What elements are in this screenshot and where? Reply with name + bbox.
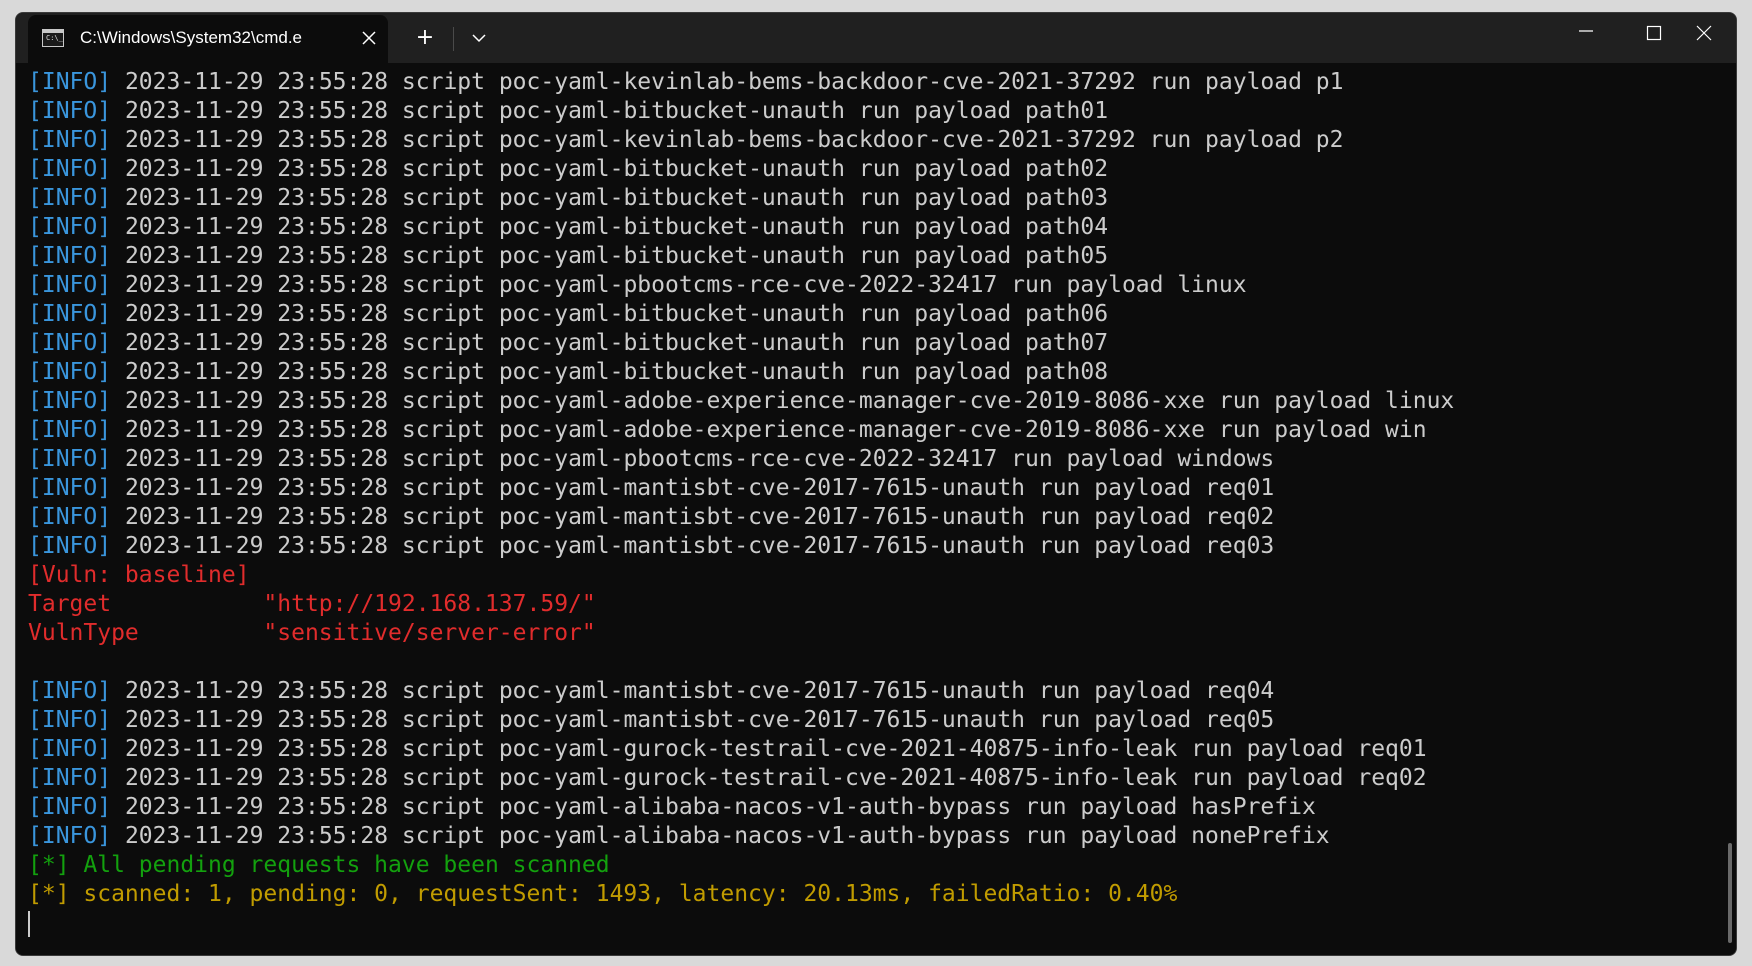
log-line-info: [INFO] 2023-11-29 23:55:28 script poc-ya… [28,677,1454,706]
done-message: [*] All pending requests have been scann… [28,852,610,878]
info-tag: [INFO] [28,446,112,472]
log-line-info: [INFO] 2023-11-29 23:55:28 script poc-ya… [28,68,1454,97]
log-message: 2023-11-29 23:55:28 script poc-yaml-bitb… [124,243,1109,269]
info-tag: [INFO] [28,359,112,385]
log-message: 2023-11-29 23:55:28 script poc-yaml-kevi… [124,127,1344,153]
log-message: 2023-11-29 23:55:28 script poc-yaml-bitb… [124,301,1109,327]
log-line-info: [INFO] 2023-11-29 23:55:28 script poc-ya… [28,213,1454,242]
log-message: 2023-11-29 23:55:28 script poc-yaml-mant… [124,678,1275,704]
log-message: 2023-11-29 23:55:28 script poc-yaml-mant… [124,475,1275,501]
info-tag: [INFO] [28,98,112,124]
log-line-info: [INFO] 2023-11-29 23:55:28 script poc-ya… [28,735,1454,764]
prompt-line [28,909,1454,938]
vuln-target-value: "http://192.168.137.59/" [263,591,596,617]
stats-line: [*] scanned: 1, pending: 0, requestSent:… [28,880,1454,909]
info-tag: [INFO] [28,765,112,791]
log-line-info: [INFO] 2023-11-29 23:55:28 script poc-ya… [28,242,1454,271]
log-message: 2023-11-29 23:55:28 script poc-yaml-alib… [124,823,1330,849]
console-output[interactable]: [INFO] 2023-11-29 23:55:28 script poc-ya… [16,63,1736,955]
cmd-icon-text: C:\_ [46,34,63,42]
info-tag: [INFO] [28,736,112,762]
log-line-info: [INFO] 2023-11-29 23:55:28 script poc-ya… [28,387,1454,416]
log-message: 2023-11-29 23:55:28 script poc-yaml-bitb… [124,98,1109,124]
log-line-info: [INFO] 2023-11-29 23:55:28 script poc-ya… [28,358,1454,387]
vuln-type-label: VulnType [28,620,264,646]
log-message: 2023-11-29 23:55:28 script poc-yaml-adob… [124,388,1455,414]
tab-title: C:\Windows\System32\cmd.e [80,28,303,47]
info-tag: [INFO] [28,156,112,182]
log-message: 2023-11-29 23:55:28 script poc-yaml-bitb… [124,156,1109,182]
log-line-info: [INFO] 2023-11-29 23:55:28 script poc-ya… [28,126,1454,155]
info-tag: [INFO] [28,127,112,153]
vuln-header: [Vuln: baseline] [28,561,1454,590]
log-line-info: [INFO] 2023-11-29 23:55:28 script poc-ya… [28,503,1454,532]
info-tag: [INFO] [28,794,112,820]
done-line: [*] All pending requests have been scann… [28,851,1454,880]
info-tag: [INFO] [28,533,112,559]
info-tag: [INFO] [28,272,112,298]
console-lines: [INFO] 2023-11-29 23:55:28 script poc-ya… [28,68,1454,938]
log-message: 2023-11-29 23:55:28 script poc-yaml-mant… [124,504,1275,530]
log-message: 2023-11-29 23:55:28 script poc-yaml-adob… [124,417,1427,443]
info-tag: [INFO] [28,301,112,327]
info-tag: [INFO] [28,823,112,849]
log-line-info: [INFO] 2023-11-29 23:55:28 script poc-ya… [28,474,1454,503]
log-message: 2023-11-29 23:55:28 script poc-yaml-bitb… [124,185,1109,211]
vuln-type-row: VulnType "sensitive/server-error" [28,619,1454,648]
log-line-info: [INFO] 2023-11-29 23:55:28 script poc-ya… [28,706,1454,735]
tab-cmd[interactable]: C:\_ C:\Windows\System32\cmd.e [28,15,388,63]
vuln-target-row: Target "http://192.168.137.59/" [28,590,1454,619]
log-message: 2023-11-29 23:55:28 script poc-yaml-mant… [124,533,1275,559]
log-message: 2023-11-29 23:55:28 script poc-yaml-bitb… [124,359,1109,385]
info-tag: [INFO] [28,330,112,356]
plus-icon[interactable]: + [408,24,442,54]
log-message: 2023-11-29 23:55:28 script poc-yaml-alib… [124,794,1316,820]
log-line-info: [INFO] 2023-11-29 23:55:28 script poc-ya… [28,155,1454,184]
log-message: 2023-11-29 23:55:28 script poc-yaml-guro… [124,765,1427,791]
text-cursor [28,910,30,937]
log-line-info: [INFO] 2023-11-29 23:55:28 script poc-ya… [28,764,1454,793]
info-tag: [INFO] [28,417,112,443]
log-message: 2023-11-29 23:55:28 script poc-yaml-pboo… [124,272,1247,298]
log-line-info: [INFO] 2023-11-29 23:55:28 script poc-ya… [28,822,1454,851]
info-tag: [INFO] [28,388,112,414]
log-message: 2023-11-29 23:55:28 script poc-yaml-bitb… [124,214,1109,240]
log-line-info: [INFO] 2023-11-29 23:55:28 script poc-ya… [28,532,1454,561]
title-bar[interactable]: C:\_ C:\Windows\System32\cmd.e + [16,13,1736,63]
info-tag: [INFO] [28,185,112,211]
stats-message: [*] scanned: 1, pending: 0, requestSent:… [28,881,1178,907]
tab-divider [453,27,454,51]
info-tag: [INFO] [28,504,112,530]
log-line-info: [INFO] 2023-11-29 23:55:28 script poc-ya… [28,271,1454,300]
log-line-info: [INFO] 2023-11-29 23:55:28 script poc-ya… [28,97,1454,126]
info-tag: [INFO] [28,707,112,733]
minimize-icon[interactable] [1552,13,1620,49]
info-tag: [INFO] [28,475,112,501]
info-tag: [INFO] [28,69,112,95]
log-message: 2023-11-29 23:55:28 script poc-yaml-guro… [124,736,1427,762]
info-tag: [INFO] [28,243,112,269]
log-line-info: [INFO] 2023-11-29 23:55:28 script poc-ya… [28,300,1454,329]
log-message: 2023-11-29 23:55:28 script poc-yaml-pboo… [124,446,1275,472]
log-line-info: [INFO] 2023-11-29 23:55:28 script poc-ya… [28,329,1454,358]
chevron-down-icon[interactable] [462,24,496,54]
info-tag: [INFO] [28,678,112,704]
log-message: 2023-11-29 23:55:28 script poc-yaml-mant… [124,707,1275,733]
vuln-header-text: [Vuln: baseline] [28,562,250,588]
log-line-info: [INFO] 2023-11-29 23:55:28 script poc-ya… [28,793,1454,822]
log-line-info: [INFO] 2023-11-29 23:55:28 script poc-ya… [28,184,1454,213]
scrollbar[interactable] [1728,843,1732,943]
close-icon[interactable] [356,25,382,51]
log-line-info: [INFO] 2023-11-29 23:55:28 script poc-ya… [28,416,1454,445]
info-tag: [INFO] [28,214,112,240]
vuln-target-label: Target [28,591,264,617]
window-close-icon[interactable] [1670,13,1736,49]
vuln-type-value: "sensitive/server-error" [263,620,596,646]
terminal-window: C:\_ C:\Windows\System32\cmd.e + [INFO] … [15,12,1737,956]
cmd-icon: C:\_ [42,29,64,47]
log-line-info: [INFO] 2023-11-29 23:55:28 script poc-ya… [28,445,1454,474]
log-message: 2023-11-29 23:55:28 script poc-yaml-kevi… [124,69,1344,95]
log-message: 2023-11-29 23:55:28 script poc-yaml-bitb… [124,330,1109,356]
